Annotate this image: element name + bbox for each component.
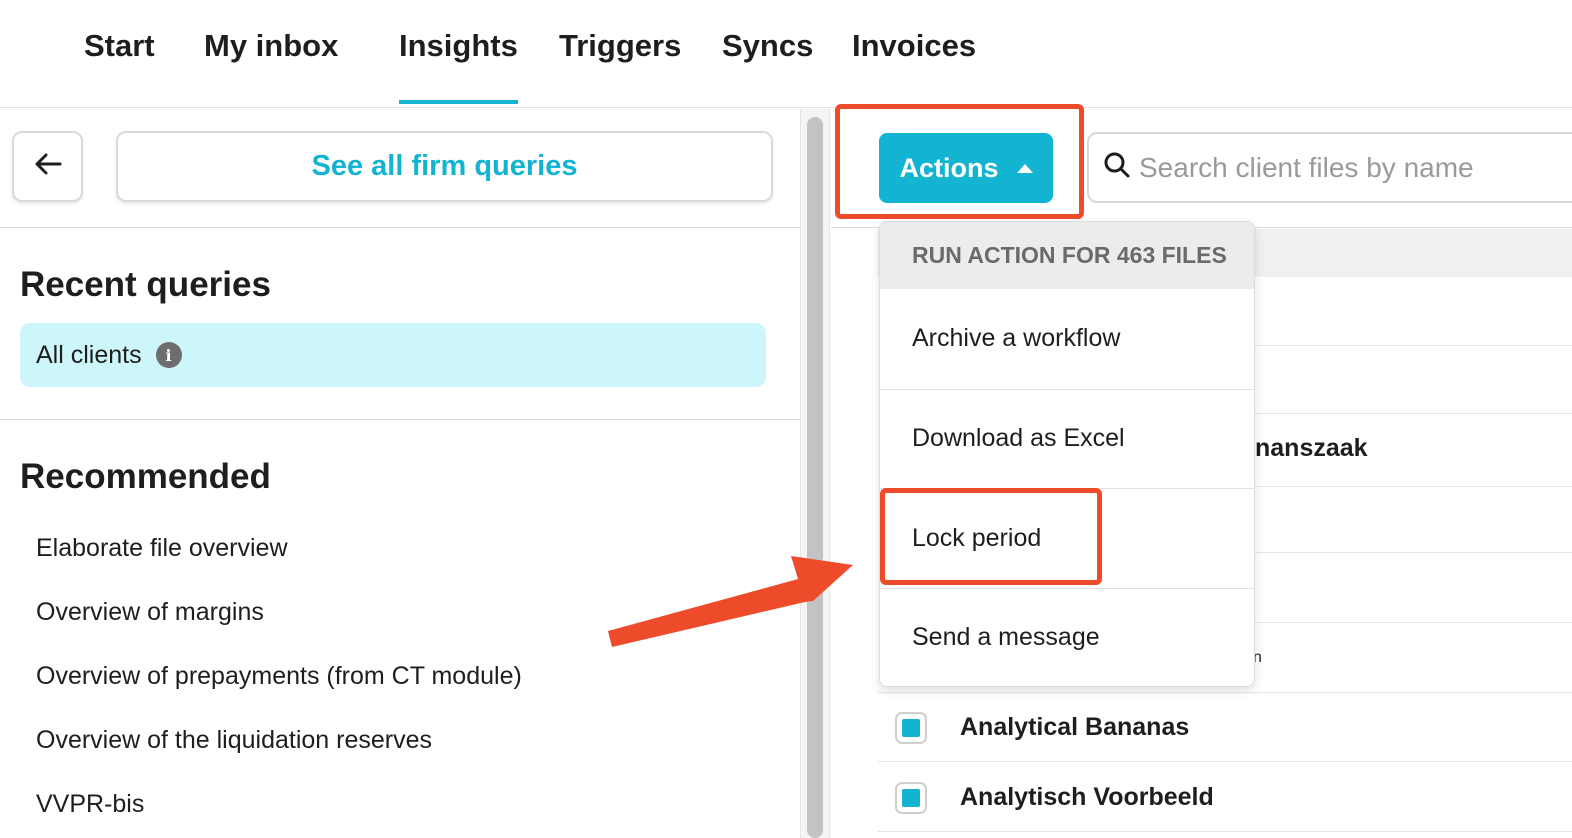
see-all-firm-queries-button[interactable]: See all firm queries bbox=[116, 131, 773, 202]
table-row-name[interactable]: Analytical Bananas bbox=[960, 713, 1189, 742]
search-input[interactable] bbox=[1139, 151, 1539, 184]
tab-syncs[interactable]: Syncs bbox=[722, 28, 813, 64]
search-icon bbox=[1103, 151, 1131, 184]
actions-highlight-box bbox=[835, 104, 1084, 219]
checkbox-checked-mark bbox=[902, 789, 920, 807]
recommended-item[interactable]: VVPR-bis bbox=[36, 790, 144, 819]
scrollbar-thumb[interactable] bbox=[807, 117, 823, 838]
divider bbox=[0, 419, 800, 420]
recent-query-label: All clients bbox=[36, 340, 142, 369]
queries-panel: See all firm queries Recent queries All … bbox=[0, 109, 800, 838]
menu-item-send-message[interactable]: Send a message bbox=[880, 587, 1254, 687]
tab-invoices[interactable]: Invoices bbox=[852, 28, 976, 64]
checkbox-checked-mark bbox=[902, 719, 920, 737]
row-divider bbox=[878, 831, 1572, 832]
row-divider bbox=[878, 761, 1572, 762]
table-row-partial-name[interactable]: nanszaak bbox=[1255, 434, 1368, 463]
dropdown-header: RUN ACTION FOR 463 FILES bbox=[880, 222, 1254, 289]
search-box[interactable] bbox=[1087, 132, 1572, 203]
recommended-item[interactable]: Overview of the liquidation reserves bbox=[36, 726, 432, 755]
tab-start[interactable]: Start bbox=[84, 28, 155, 64]
scrollbar[interactable] bbox=[800, 109, 830, 838]
divider bbox=[0, 227, 800, 228]
lock-period-highlight-box bbox=[880, 488, 1102, 585]
recent-query-all-clients[interactable]: All clients i bbox=[20, 323, 766, 387]
actions-dropdown-menu: RUN ACTION FOR 463 FILES Archive a workf… bbox=[879, 221, 1255, 687]
row-checkbox[interactable] bbox=[895, 782, 927, 814]
table-row-name[interactable]: Analytisch Voorbeeld bbox=[960, 783, 1214, 812]
recommended-item[interactable]: Overview of prepayments (from CT module) bbox=[36, 662, 522, 691]
row-divider bbox=[878, 692, 1572, 693]
recommended-item[interactable]: Overview of margins bbox=[36, 598, 264, 627]
tab-triggers[interactable]: Triggers bbox=[559, 28, 681, 64]
tab-insights[interactable]: Insights bbox=[399, 28, 518, 104]
top-navigation: Start My inbox Insights Triggers Syncs I… bbox=[0, 0, 1572, 108]
info-icon[interactable]: i bbox=[155, 342, 182, 368]
row-checkbox[interactable] bbox=[895, 712, 927, 744]
arrow-left-icon bbox=[34, 152, 62, 181]
back-button[interactable] bbox=[12, 131, 83, 202]
menu-item-download-excel[interactable]: Download as Excel bbox=[880, 388, 1254, 489]
tab-my-inbox[interactable]: My inbox bbox=[204, 28, 338, 64]
recommended-title: Recommended bbox=[20, 457, 271, 496]
recommended-item[interactable]: Elaborate file overview bbox=[36, 534, 288, 563]
menu-item-archive-workflow[interactable]: Archive a workflow bbox=[880, 289, 1254, 389]
recent-queries-title: Recent queries bbox=[20, 265, 271, 304]
